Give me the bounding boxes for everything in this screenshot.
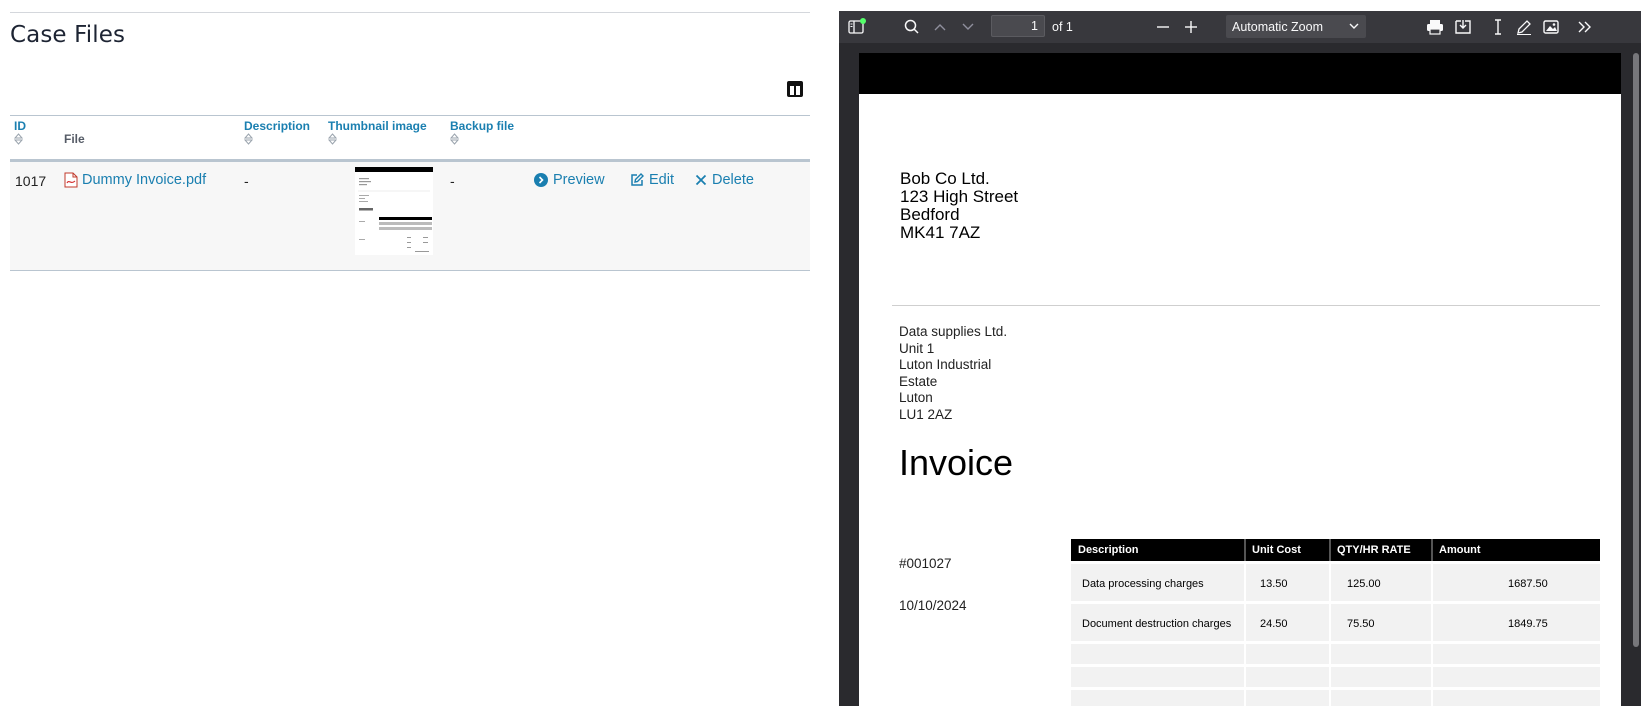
image-icon[interactable] [1541,18,1561,36]
file-link[interactable]: Dummy Invoice.pdf [82,172,206,188]
sender-line: Bedford [900,205,960,224]
delete-button[interactable]: Delete [695,172,754,188]
chevron-down-icon [1349,23,1359,29]
thumbnail-image[interactable] [355,167,433,255]
invoice-cell: 1687.50 [1508,578,1548,590]
invoice-table: Description Unit Cost QTY/HR RATE Amount… [1071,539,1600,706]
invoice-row [1071,641,1600,664]
chevron-up-icon[interactable] [930,18,950,36]
draw-pen-icon[interactable] [1514,18,1534,36]
preview-button[interactable]: Preview [534,172,605,188]
row-description: - [244,173,249,189]
sort-icon[interactable] [244,133,253,145]
table-body: 1017 Dummy Invoice.pdf - - Preview Edit … [10,162,810,271]
col-id[interactable]: ID [14,119,26,145]
invoice-row: Data processing charges 13.50 125.00 168… [1071,561,1600,601]
zoom-out-icon[interactable] [1153,18,1173,36]
invoice-row: Document destruction charges 24.50 75.50… [1071,601,1600,641]
col-backup-label: Backup file [450,119,515,133]
pdf-file-icon [64,172,78,188]
preview-label: Preview [553,172,605,188]
chevron-right-circle-icon [534,173,548,187]
pdf-banner [859,53,1621,94]
zoom-in-icon[interactable] [1181,18,1201,36]
invoice-number: #001027 [899,556,952,571]
page-title: Case Files [10,22,126,48]
print-icon[interactable] [1425,18,1445,36]
sort-icon[interactable] [14,133,23,145]
sender-line: 123 High Street [900,187,1019,206]
invoice-cell: 125.00 [1347,578,1381,590]
invoice-date: 10/10/2024 [899,598,967,613]
more-tools-icon[interactable] [1575,18,1595,36]
invoice-row [1071,687,1600,706]
col-description-label: Description [244,119,311,133]
col-id-label: ID [14,119,26,133]
invoice-cell: 1849.75 [1508,618,1548,630]
file-cell: Dummy Invoice.pdf [64,172,206,188]
invoice-col-qty: QTY/HR RATE [1337,544,1411,556]
divider [892,305,1600,306]
invoice-cell: Document destruction charges [1082,618,1232,630]
text-cursor-icon[interactable] [1488,18,1508,36]
col-backup[interactable]: Backup file [450,119,514,145]
invoice-heading: Invoice [899,442,1014,483]
recipient-line: Data supplies Ltd. [899,324,1008,339]
invoice-cell: 13.50 [1260,578,1288,590]
sender-address: Bob Co Ltd. 123 High Street Bedford MK41… [900,170,1018,242]
divider [10,12,810,13]
row-backup: - [450,173,455,189]
invoice-cell: 24.50 [1260,618,1288,630]
zoom-label: Automatic Zoom [1232,20,1324,34]
save-icon[interactable] [1453,18,1473,36]
invoice-cell: 75.50 [1347,618,1375,630]
pdf-page: Bob Co Ltd. 123 High Street Bedford MK41… [859,53,1621,706]
zoom-select[interactable]: Automatic Zoom [1226,15,1366,38]
edit-label: Edit [649,172,674,188]
columns-toggle-icon[interactable] [786,80,804,98]
table-row: 1017 Dummy Invoice.pdf - - Preview Edit … [10,162,810,271]
invoice-col-amount: Amount [1439,544,1481,556]
col-file-label: File [64,132,85,146]
page-number-input[interactable] [991,15,1045,37]
invoice-col-description: Description [1078,544,1139,556]
scrollbar[interactable] [1633,53,1639,647]
viewer-toolbar: of 1 Automatic Zoom [839,11,1641,43]
delete-label: Delete [712,172,754,188]
col-thumbnail[interactable]: Thumbnail image [328,119,427,145]
invoice-table-header: Description Unit Cost QTY/HR RATE Amount [1071,539,1600,561]
recipient-line: Luton [899,390,933,405]
recipient-address: Data supplies Ltd. Unit 1 Luton Industri… [899,324,1007,423]
col-description[interactable]: Description [244,119,310,145]
case-files-table: ID File Description Thumbnail image Back… [10,115,810,271]
table-header: ID File Description Thumbnail image Back… [10,115,810,162]
edit-icon [631,173,644,186]
close-icon [695,174,707,186]
recipient-line: Unit 1 [899,340,935,356]
sender-line: MK41 7AZ [900,223,981,242]
search-icon[interactable] [902,18,922,36]
col-thumbnail-label: Thumbnail image [328,119,427,133]
edit-button[interactable]: Edit [630,172,674,188]
recipient-line: Luton Industrial [899,357,992,372]
invoice-cell: Data processing charges [1082,578,1204,590]
page-count: of 1 [1052,20,1073,34]
invoice-col-unit-cost: Unit Cost [1252,544,1301,556]
col-file: File [64,132,85,146]
sidebar-toggle-icon[interactable] [847,18,867,36]
pdf-viewer: of 1 Automatic Zoom [839,11,1641,706]
sender-line: Bob Co Ltd. [900,169,990,188]
recipient-line: Estate [899,373,938,389]
row-id: 1017 [15,173,47,189]
chevron-down-icon[interactable] [958,18,978,36]
recipient-line: LU1 2AZ [899,406,953,422]
invoice-row [1071,664,1600,687]
case-files-panel: Case Files ID File Description Thumbnail… [0,0,820,706]
sort-icon[interactable] [450,133,459,145]
sort-icon[interactable] [328,133,337,145]
